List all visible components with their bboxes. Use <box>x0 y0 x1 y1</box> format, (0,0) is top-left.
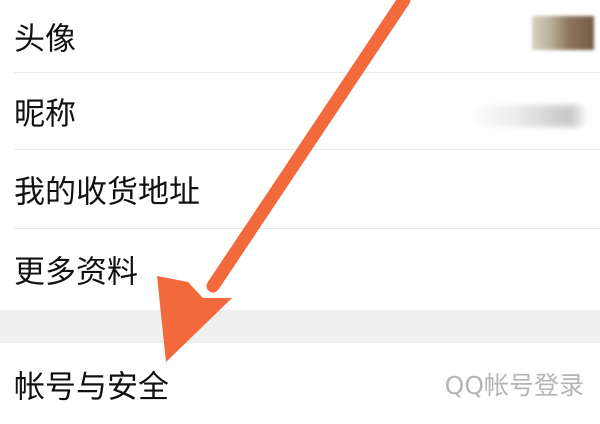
row-more-info[interactable]: 更多资料 <box>0 229 600 309</box>
more-info-label: 更多资料 <box>14 254 138 291</box>
row-nickname[interactable]: 昵称 <box>0 73 600 149</box>
account-login-type-value: QQ帐号登录 <box>444 370 584 400</box>
section-gap <box>0 310 600 343</box>
avatar-label: 头像 <box>14 21 76 58</box>
row-avatar[interactable]: 头像 <box>0 0 600 72</box>
row-shipping-address[interactable]: 我的收货地址 <box>0 150 600 228</box>
shipping-address-label: 我的收货地址 <box>14 174 200 211</box>
row-account-security[interactable]: 帐号与安全 QQ帐号登录 <box>0 343 600 424</box>
nickname-label: 昵称 <box>14 96 76 133</box>
nickname-value-blurred <box>468 105 588 127</box>
account-security-label: 帐号与安全 <box>14 369 169 405</box>
avatar-thumbnail <box>532 16 594 50</box>
